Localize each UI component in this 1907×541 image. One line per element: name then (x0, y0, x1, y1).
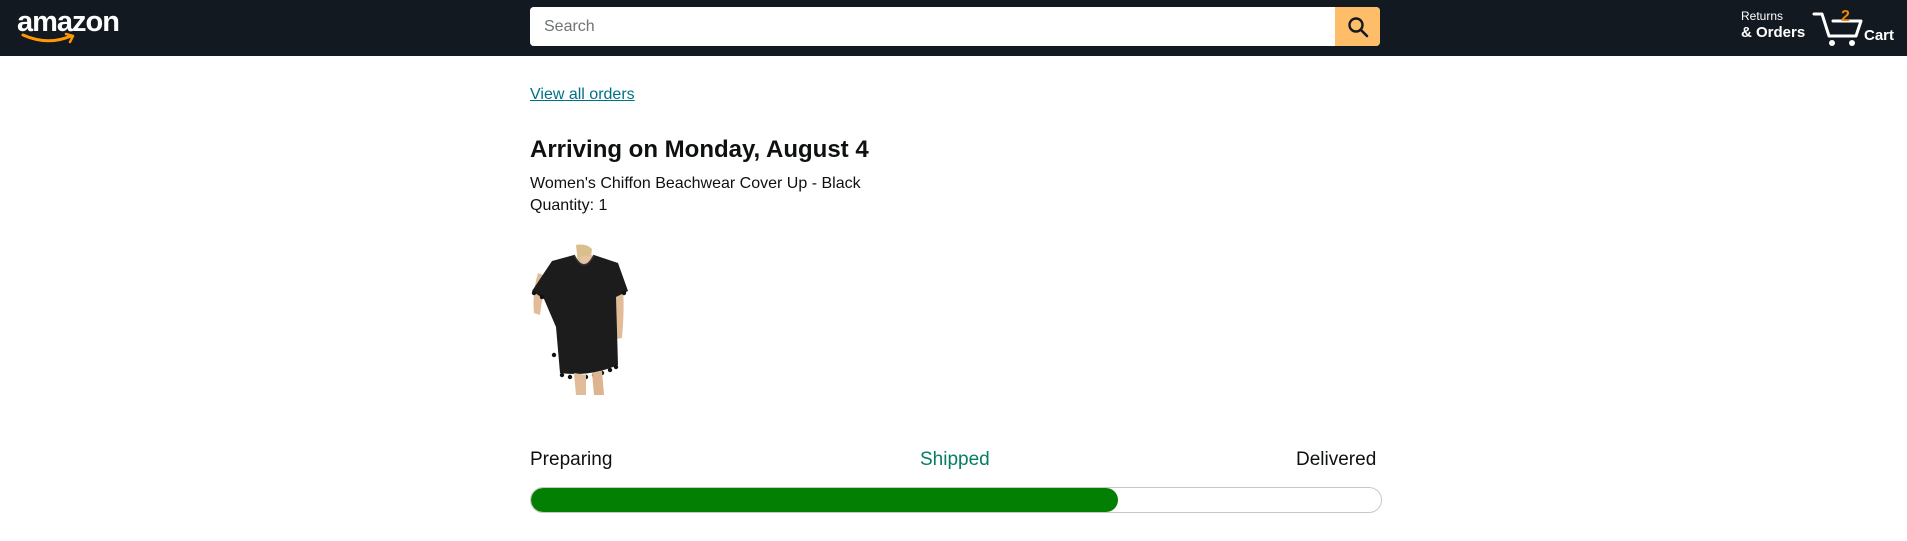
view-all-orders-link[interactable]: View all orders (530, 86, 635, 104)
search-icon (1347, 16, 1368, 37)
cart-button[interactable]: 2 Cart (1812, 4, 1898, 50)
amazon-logo[interactable]: amazon (17, 6, 120, 44)
arrival-heading: Arriving on Monday, August 4 (530, 136, 869, 163)
step-shipped: Shipped (920, 449, 990, 470)
step-delivered: Delivered (1296, 449, 1377, 470)
orders-label: & Orders (1741, 24, 1806, 41)
shipment-progress-bar (530, 487, 1382, 513)
search-bar (530, 7, 1380, 46)
logo-smile-icon (21, 32, 75, 44)
cart-icon (1812, 12, 1863, 46)
product-image[interactable] (530, 243, 630, 395)
top-navbar: amazon Returns & Orders 2 Cart (0, 0, 1907, 56)
cart-count-badge: 2 (1841, 8, 1850, 25)
shipment-progress-fill (531, 488, 1118, 512)
returns-label: Returns (1741, 9, 1784, 23)
cart-label: Cart (1864, 27, 1895, 44)
product-quantity: Quantity: 1 (530, 197, 608, 214)
search-button[interactable] (1335, 7, 1380, 46)
step-preparing: Preparing (530, 449, 613, 470)
returns-orders-link[interactable]: Returns & Orders (1741, 9, 1805, 42)
search-input[interactable] (530, 7, 1335, 46)
product-name: Women's Chiffon Beachwear Cover Up - Bla… (530, 175, 861, 192)
